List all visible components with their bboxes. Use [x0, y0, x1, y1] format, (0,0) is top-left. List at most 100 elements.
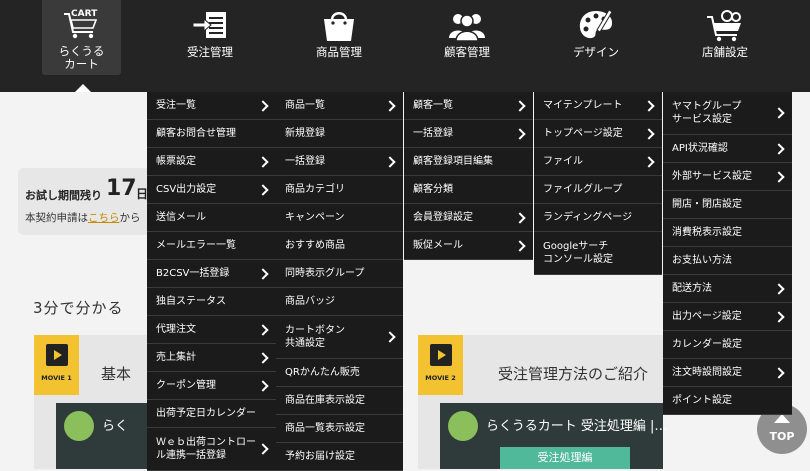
menu-item-products-0[interactable]: 商品一覧: [276, 92, 403, 120]
menu-item-store-5[interactable]: お支払い方法: [663, 247, 792, 275]
menu-item-store-2[interactable]: 外部サービス設定: [663, 163, 792, 191]
menu-item-products-6[interactable]: 同時表示グループ: [276, 260, 403, 288]
menu-item-design-4[interactable]: ランディングページ: [534, 204, 662, 232]
movie-badge-label: MOVIE 1: [41, 374, 72, 382]
video-player[interactable]: らくうるカート 受注処理編 |… 受注処理編: [440, 403, 667, 469]
menu-item-products-4[interactable]: キャンペーン: [276, 204, 403, 232]
chevron-right-icon: [514, 239, 526, 252]
menu-item-store-1[interactable]: API状況確認: [663, 135, 792, 163]
menu-item-label: 商品一覧表示設定: [285, 423, 365, 434]
cart-settings-icon: [707, 10, 741, 42]
menu-item-orders-2[interactable]: 帳票設定: [147, 148, 276, 176]
menu-item-orders-8[interactable]: 代理注文: [147, 316, 276, 344]
menu-item-label: 出力ページ設定: [672, 311, 742, 322]
menu-item-products-5[interactable]: おすすめ商品: [276, 232, 403, 260]
menu-item-customers-5[interactable]: 販促メール: [404, 232, 533, 260]
chevron-right-icon: [514, 211, 526, 224]
chevron-right-icon: [773, 142, 785, 155]
menu-item-label: 商品一覧: [285, 100, 325, 111]
palette-icon: [579, 9, 613, 39]
trial-apply-link[interactable]: こちら: [88, 212, 120, 224]
nav-products-label: 商品管理: [316, 45, 362, 59]
menu-item-products-3[interactable]: 商品カテゴリ: [276, 176, 403, 204]
menu-item-products-1[interactable]: 新規登録: [276, 120, 403, 148]
menu-item-label: トップページ設定: [543, 128, 623, 139]
top-navigation: CART らくうる カート 受注管理 商品管理 顧客管理 デザイン 店舗設定: [0, 0, 810, 92]
chevron-right-icon: [773, 170, 785, 183]
nav-design[interactable]: デザイン: [556, 0, 636, 75]
menu-item-orders-11[interactable]: 出荷予定日カレンダー: [147, 400, 276, 428]
menu-item-label: 商品バッジ: [285, 296, 335, 307]
video-chapter-button[interactable]: 受注処理編: [500, 447, 630, 469]
menu-item-products-7[interactable]: 商品バッジ: [276, 288, 403, 316]
menu-item-orders-4[interactable]: 送信メール: [147, 204, 276, 232]
menu-item-store-7[interactable]: 出力ページ設定: [663, 303, 792, 331]
video-player[interactable]: らく: [56, 403, 154, 469]
cart-icon: CART: [63, 9, 98, 39]
trial-apply-text: 本契約申請はこちらから: [25, 210, 141, 225]
channel-avatar: [448, 411, 478, 441]
nav-cart-label: らくうる カート: [58, 44, 105, 71]
menu-item-store-4[interactable]: 消費税表示設定: [663, 219, 792, 247]
menu-item-store-9[interactable]: 注文時設問設定: [663, 359, 792, 387]
menu-item-products-12[interactable]: 予約お届け設定: [276, 443, 403, 471]
trial-apply-suffix: から: [119, 212, 141, 224]
film-icon: [46, 344, 68, 366]
menu-item-label: メールエラー一覧: [156, 240, 236, 251]
menu-item-design-1[interactable]: トップページ設定: [534, 120, 662, 148]
menu-item-label: ランディングページ: [543, 212, 633, 223]
chevron-right-icon: [384, 99, 396, 112]
menu-item-orders-12[interactable]: Ｗｅｂ出荷コントロー ル連携一括登録: [147, 428, 276, 471]
menu-item-products-11[interactable]: 商品一覧表示設定: [276, 415, 403, 443]
trial-days-label: お試し期間残り: [25, 189, 102, 202]
section-title: 3分で分かる: [33, 299, 124, 317]
nav-rakuuru-cart[interactable]: CART らくうる カート: [42, 0, 121, 75]
menu-item-store-10[interactable]: ポイント設定: [663, 387, 792, 415]
nav-store-settings-label: 店舗設定: [702, 45, 748, 59]
menu-item-store-3[interactable]: 開店・閉店設定: [663, 191, 792, 219]
menu-item-products-9[interactable]: QRかんたん販売: [276, 359, 403, 387]
chevron-right-icon: [257, 99, 269, 112]
menu-item-label: 販促メール: [413, 240, 463, 251]
menu-item-orders-5[interactable]: メールエラー一覧: [147, 232, 276, 260]
store-settings-dropdown-menu: ヤマトグループ サービス設定 API状況確認 外部サービス設定 開店・閉店設定 消費税表…: [663, 92, 792, 415]
menu-item-orders-0[interactable]: 受注一覧: [147, 92, 276, 120]
menu-item-design-0[interactable]: マイテンプレート: [534, 92, 662, 120]
menu-item-store-0[interactable]: ヤマトグループ サービス設定: [663, 92, 792, 135]
menu-item-products-10[interactable]: 商品在庫表示設定: [276, 387, 403, 415]
menu-item-orders-7[interactable]: 独自ステータス: [147, 288, 276, 316]
menu-item-orders-1[interactable]: 顧客お問合せ管理: [147, 120, 276, 148]
chevron-right-icon: [257, 351, 269, 364]
menu-item-products-2[interactable]: 一括登録: [276, 148, 403, 176]
menu-item-label: ファイルグループ: [543, 184, 623, 195]
menu-item-design-5[interactable]: Googleサーチ コンソール設定: [534, 232, 662, 275]
menu-item-customers-0[interactable]: 顧客一覧: [404, 92, 533, 120]
menu-item-label: ヤマトグループ サービス設定: [672, 101, 742, 125]
chevron-right-icon: [384, 331, 396, 343]
nav-orders[interactable]: 受注管理: [170, 0, 250, 75]
movie-card-title: 基本: [101, 365, 132, 383]
menu-item-orders-6[interactable]: B2CSV一括登録: [147, 260, 276, 288]
menu-item-design-3[interactable]: ファイルグループ: [534, 176, 662, 204]
menu-item-orders-9[interactable]: 売上集計: [147, 344, 276, 372]
menu-item-design-2[interactable]: ファイル: [534, 148, 662, 176]
menu-item-customers-3[interactable]: 顧客分類: [404, 176, 533, 204]
menu-item-label: B2CSV一括登録: [156, 268, 230, 279]
menu-item-customers-1[interactable]: 一括登録: [404, 120, 533, 148]
menu-item-store-6[interactable]: 配送方法: [663, 275, 792, 303]
menu-item-orders-10[interactable]: クーポン管理: [147, 372, 276, 400]
order-import-icon: [192, 12, 226, 38]
menu-item-label: 受注一覧: [156, 100, 196, 111]
nav-store-settings[interactable]: 店舗設定: [685, 0, 765, 75]
video-title: らくうるカート 受注処理編 |…: [486, 419, 668, 434]
channel-avatar: [64, 411, 94, 441]
nav-customers[interactable]: 顧客管理: [427, 0, 507, 75]
menu-item-orders-3[interactable]: CSV出力設定: [147, 176, 276, 204]
nav-products[interactable]: 商品管理: [299, 0, 379, 75]
menu-item-products-8[interactable]: カートボタン 共通設定: [276, 316, 403, 359]
menu-item-customers-4[interactable]: 会員登録設定: [404, 204, 533, 232]
menu-item-store-8[interactable]: カレンダー設定: [663, 331, 792, 359]
menu-item-label: 独自ステータス: [156, 296, 226, 307]
chevron-right-icon: [257, 155, 269, 168]
menu-item-customers-2[interactable]: 顧客登録項目編集: [404, 148, 533, 176]
